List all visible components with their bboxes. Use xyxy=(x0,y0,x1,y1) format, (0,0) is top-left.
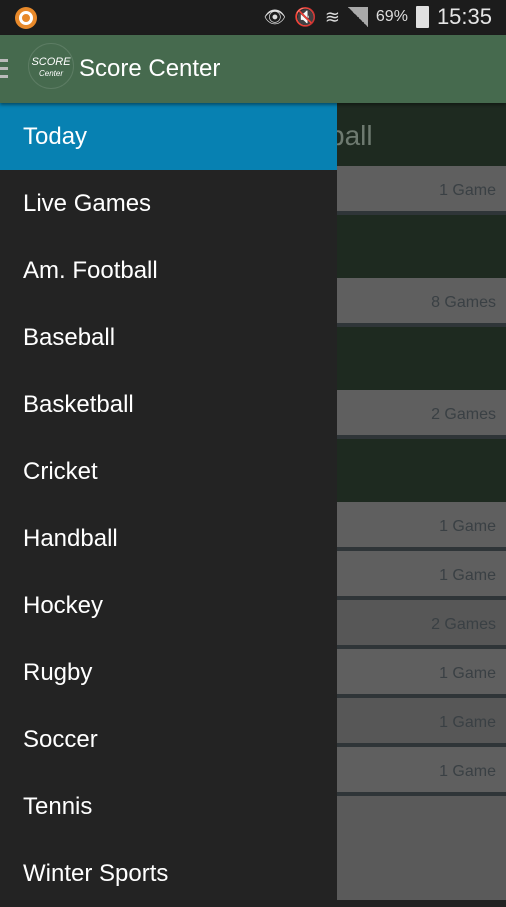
battery-icon xyxy=(415,6,429,28)
battery-percent: 69% xyxy=(375,8,408,25)
signal-icon xyxy=(347,7,368,27)
section-header xyxy=(337,327,506,390)
wifi-icon: ≋ xyxy=(324,6,340,27)
list-item[interactable]: 1 Game xyxy=(337,166,506,215)
list-item[interactable]: 1 Game xyxy=(337,747,506,796)
list-item[interactable]: 2 Games xyxy=(337,390,506,439)
app-title: Score Center xyxy=(79,55,221,82)
app-logo[interactable]: SCORE Center xyxy=(28,43,74,89)
drawer-item-cricket[interactable]: Cricket xyxy=(0,438,337,505)
drawer-item-today[interactable]: Today xyxy=(0,103,337,170)
navigation-drawer: Today Live Games Am. Football Baseball B… xyxy=(0,103,337,900)
mute-icon: 🔇 xyxy=(294,6,317,27)
drawer-item-basketball[interactable]: Basketball xyxy=(0,371,337,438)
background-content: ball 1 Game 8 Games 2 Games 1 Game 1 Gam… xyxy=(337,103,506,900)
clock: 15:35 xyxy=(436,4,492,29)
list-item[interactable]: 1 Game xyxy=(337,502,506,551)
section-header xyxy=(337,439,506,502)
drawer-item-soccer[interactable]: Soccer xyxy=(0,706,337,773)
drawer-item-hockey[interactable]: Hockey xyxy=(0,572,337,639)
section-header xyxy=(337,215,506,278)
list-item[interactable]: 1 Game xyxy=(337,551,506,600)
menu-icon[interactable] xyxy=(0,59,8,79)
drawer-item-handball[interactable]: Handball xyxy=(0,505,337,572)
drawer-item-rugby[interactable]: Rugby xyxy=(0,639,337,706)
list-item[interactable]: 8 Games xyxy=(337,278,506,327)
drawer-item-live-games[interactable]: Live Games xyxy=(0,170,337,237)
drawer-item-winter-sports[interactable]: Winter Sports xyxy=(0,840,337,907)
eye-icon: 👁 xyxy=(263,6,287,27)
app-notification-icon xyxy=(15,7,37,29)
status-bar: 👁 🔇 ≋ 69% 15:35 xyxy=(0,0,506,35)
section-header: ball xyxy=(337,103,506,166)
list-item[interactable]: 1 Game xyxy=(337,698,506,747)
list-item[interactable]: 2 Games xyxy=(337,600,506,649)
drawer-item-tennis[interactable]: Tennis xyxy=(0,773,337,840)
drawer-item-baseball[interactable]: Baseball xyxy=(0,304,337,371)
drawer-item-am-football[interactable]: Am. Football xyxy=(0,237,337,304)
list-item[interactable]: 1 Game xyxy=(337,649,506,698)
app-bar: SCORE Center Score Center xyxy=(0,35,506,103)
